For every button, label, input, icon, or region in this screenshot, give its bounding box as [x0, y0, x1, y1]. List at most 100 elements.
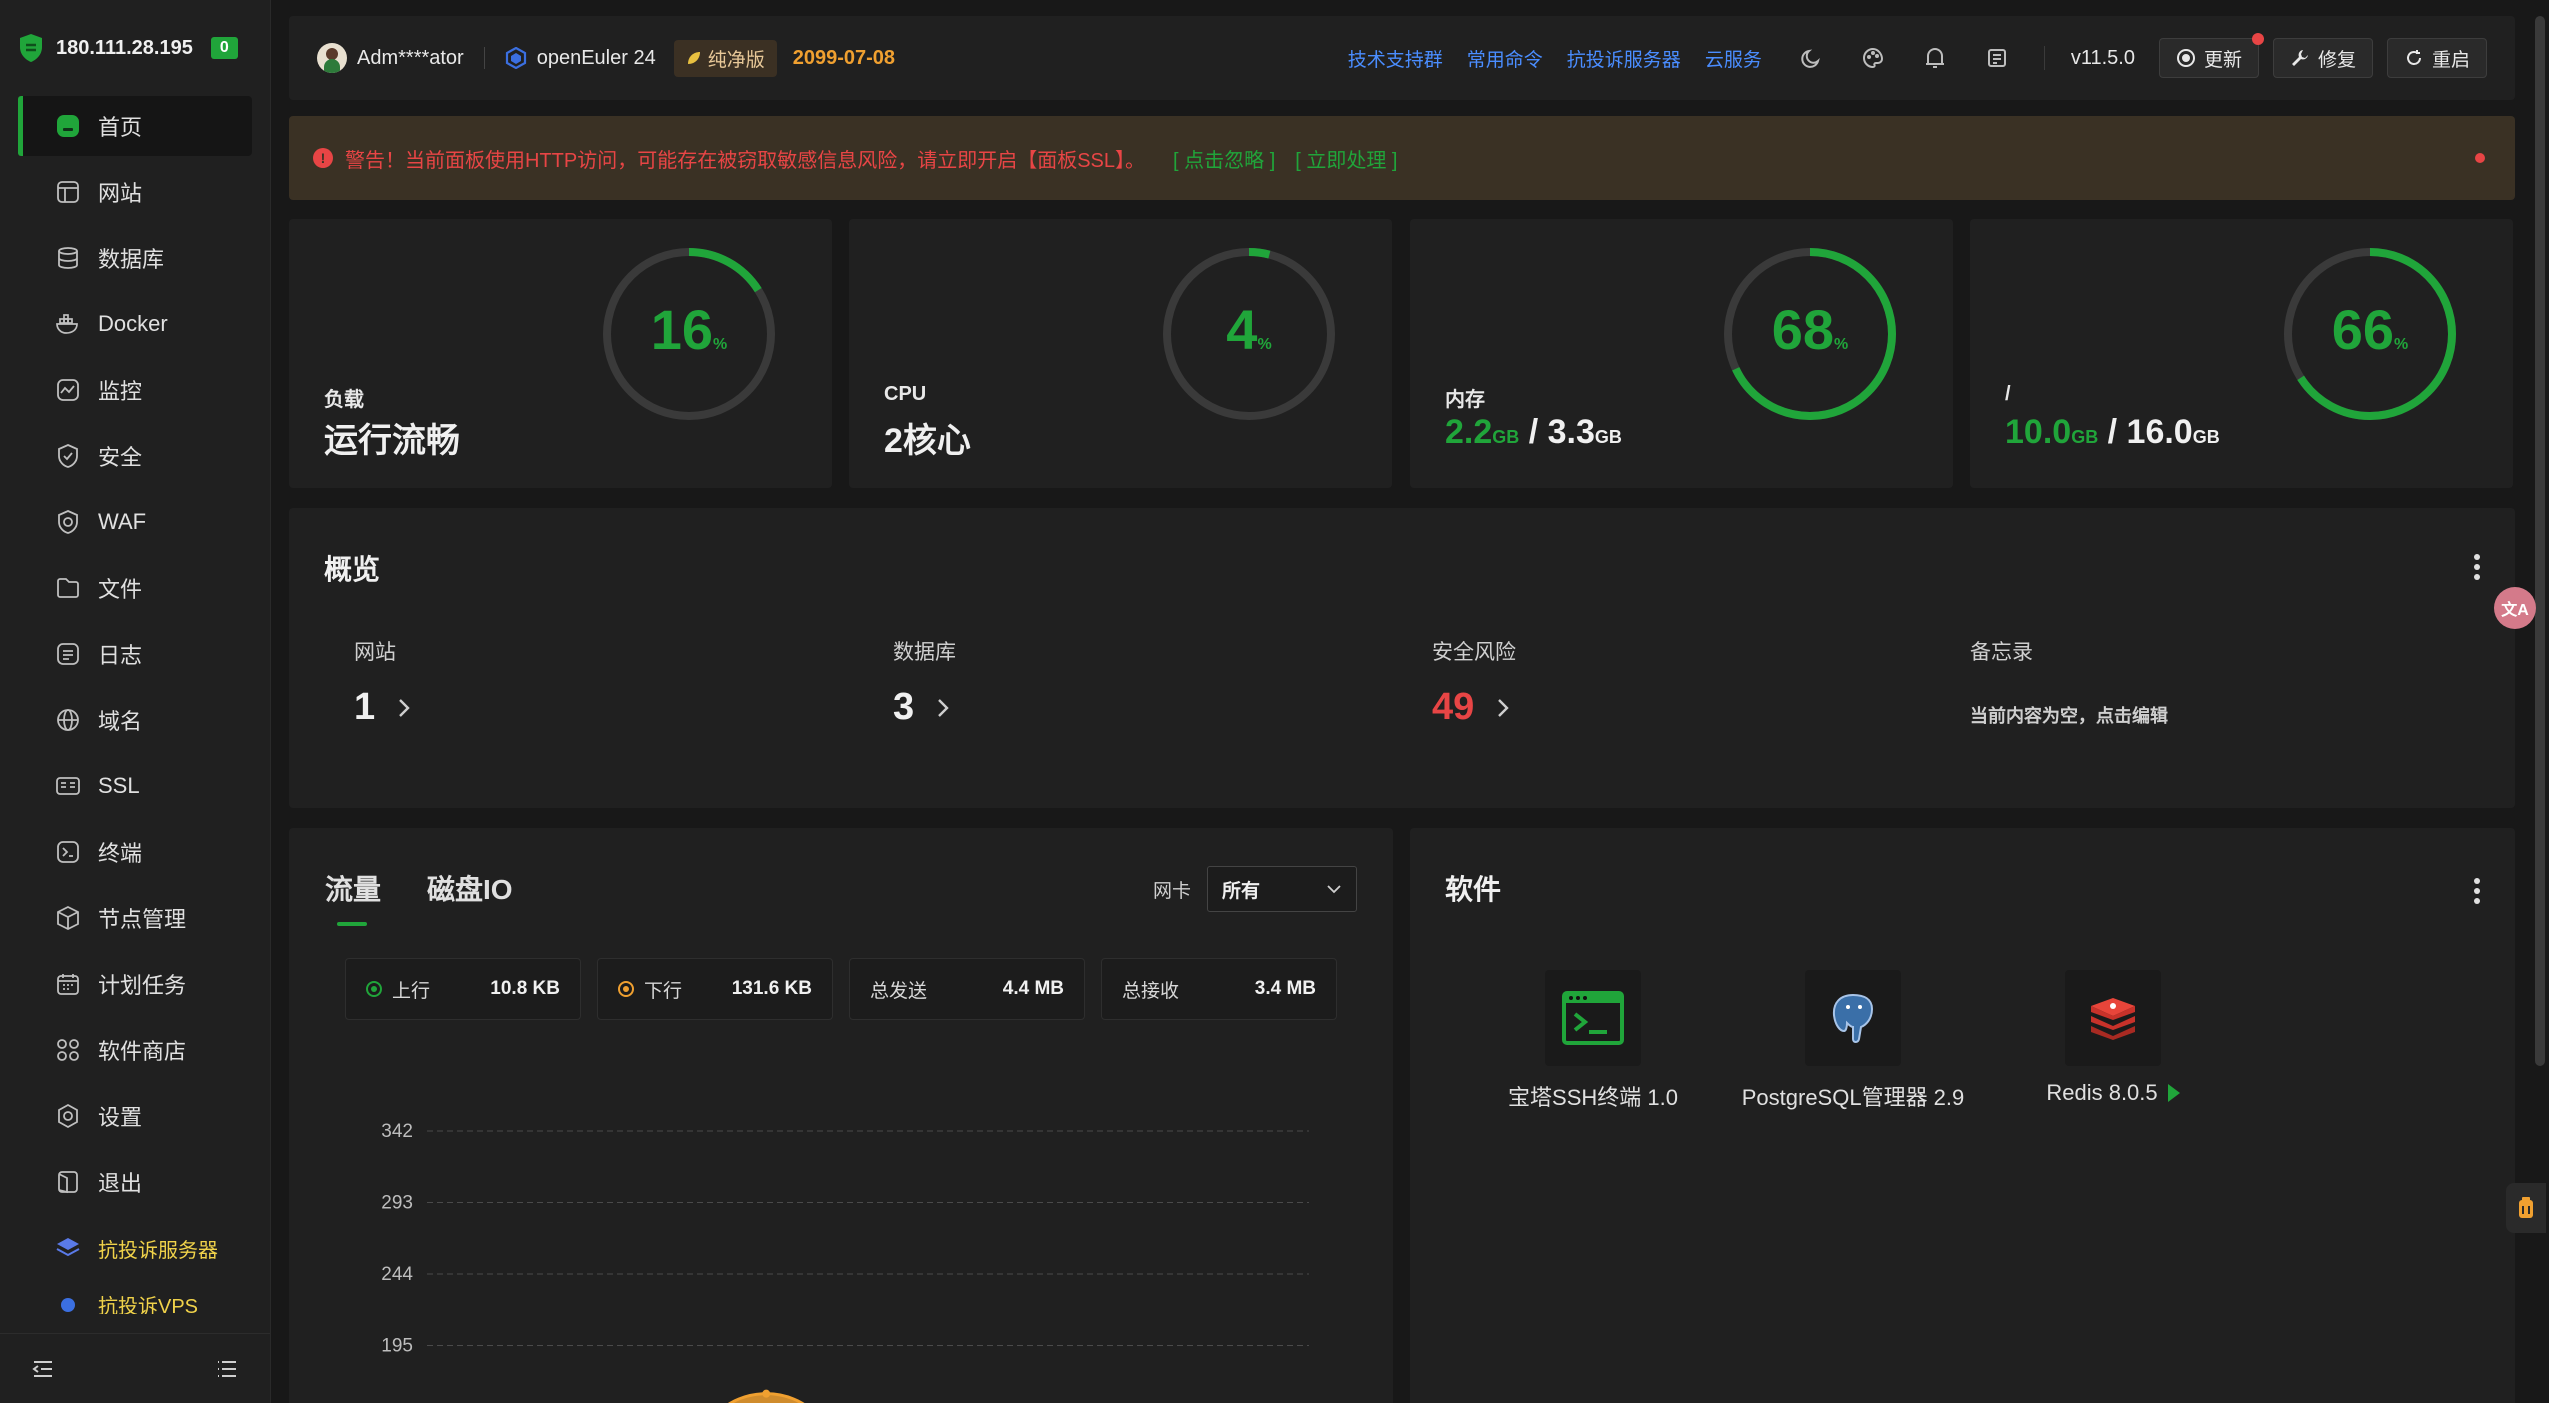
palette-icon[interactable]	[1860, 45, 1886, 71]
metric-download[interactable]: 下行 131.6 KB	[597, 958, 833, 1020]
database-count-value: 3	[893, 686, 915, 728]
percent-sign: %	[713, 336, 727, 353]
notes-icon[interactable]	[1984, 45, 2010, 71]
sidebar-item-label: 节点管理	[98, 907, 187, 932]
update-button[interactable]: 更新	[2158, 33, 2264, 78]
toolbox-icon[interactable]	[2506, 1183, 2546, 1233]
overview-website[interactable]: 网站 1	[354, 636, 411, 729]
software-item-postgresql[interactable]: PostgreSQL管理器 2.9	[1742, 970, 1964, 1112]
play-icon[interactable]	[2167, 1084, 2180, 1102]
tab-traffic[interactable]: 流量	[325, 868, 381, 926]
data-point[interactable]	[762, 1389, 771, 1398]
upload-radio-icon[interactable]	[366, 981, 382, 997]
moon-icon[interactable]	[1798, 45, 1824, 71]
metric-upload[interactable]: 上行 10.8 KB	[345, 958, 581, 1020]
y-tick-label: 293	[381, 1193, 413, 1214]
sidebar-item-logs[interactable]: 日志	[18, 624, 252, 684]
handle-now-link[interactable]: [ 立即处理 ]	[1295, 144, 1397, 173]
overview-risk-label: 安全风险	[1432, 641, 1516, 664]
calendar-icon	[54, 970, 82, 998]
disk-card[interactable]: 66% / 10.0GB / 16.0GB	[1970, 219, 2513, 488]
sidebar-footer	[0, 1333, 270, 1403]
server-ip[interactable]: 180.111.28.195	[56, 37, 193, 60]
panel-version[interactable]: v11.5.0	[2071, 47, 2135, 70]
sidebar-item-nodes[interactable]: 节点管理	[18, 888, 252, 948]
sidebar-item-ssl[interactable]: SSL	[18, 756, 252, 816]
os-name: openEuler 24	[536, 46, 656, 69]
sidebar-item-cron[interactable]: 计划任务	[18, 954, 252, 1014]
openeuler-icon	[505, 47, 526, 69]
expire-date: 2099-07-08	[792, 46, 896, 69]
overview-security-risk[interactable]: 安全风险 49	[1432, 636, 1516, 729]
traffic-metrics: 上行 10.8 KB 下行 131.6 KB 总发送 4.4 MB 总接收 3.4 MB	[345, 958, 1337, 1020]
sidebar-item-store[interactable]: 软件商店	[18, 1020, 252, 1080]
website-icon	[54, 178, 82, 206]
cpu-gauge: 4%	[1163, 248, 1335, 420]
metric-value: 4.4 MB	[1002, 978, 1064, 999]
link-support-group[interactable]: 技术支持群	[1348, 45, 1443, 72]
nic-select[interactable]: 所有	[1207, 866, 1357, 912]
sidebar-item-docker[interactable]: Docker	[18, 294, 252, 354]
cpu-label: CPU	[884, 383, 927, 405]
load-card[interactable]: 16% 负载 运行流畅	[289, 219, 832, 488]
link-common-commands[interactable]: 常用命令	[1467, 45, 1543, 72]
metric-value: 3.4 MB	[1254, 978, 1316, 999]
memory-card[interactable]: 68% 内存 2.2GB / 3.3GB	[1410, 219, 1953, 488]
sidebar-item-label: 监控	[98, 379, 143, 404]
load-status: 运行流畅	[324, 422, 460, 460]
sidebar-item-website[interactable]: 网站	[18, 162, 252, 222]
collapse-sidebar-icon[interactable]	[32, 1359, 54, 1379]
folder-icon	[54, 574, 82, 602]
restart-button[interactable]: 重启	[2386, 38, 2487, 78]
user-info[interactable]: Adm****ator	[317, 43, 464, 73]
sidebar-item-home[interactable]: 首页	[18, 96, 252, 156]
y-tick-label: 195	[381, 1336, 413, 1357]
sidebar-item-label: 设置	[98, 1105, 143, 1130]
overview-risk-count: 49	[1432, 686, 1516, 729]
repair-button[interactable]: 修复	[2272, 38, 2373, 78]
sidebar-item-promo-vps[interactable]: 抗投诉VPS	[18, 1284, 252, 1314]
sidebar-item-files[interactable]: 文件	[18, 558, 252, 618]
sidebar-item-database[interactable]: 数据库	[18, 228, 252, 288]
software-item-redis[interactable]: Redis 8.0.5	[2008, 970, 2218, 1112]
sidebar-item-monitor[interactable]: 监控	[18, 360, 252, 420]
translate-icon[interactable]: 文A	[2494, 587, 2536, 629]
sidebar-item-waf[interactable]: WAF	[18, 492, 252, 552]
message-count-badge[interactable]: 0	[210, 37, 238, 59]
metric-label: 总发送	[870, 980, 928, 1002]
cpu-card[interactable]: 4% CPU 2核心	[849, 219, 1392, 488]
sidebar-item-security[interactable]: 安全	[18, 426, 252, 486]
more-options-icon[interactable]	[2473, 554, 2481, 580]
tab-disk-io[interactable]: 磁盘IO	[427, 868, 513, 908]
link-cloud-service[interactable]: 云服务	[1705, 45, 1762, 72]
more-options-icon[interactable]	[2473, 878, 2481, 904]
postgresql-icon	[1805, 970, 1901, 1066]
metric-value: 10.8 KB	[490, 978, 560, 999]
sidebar-item-terminal[interactable]: 终端	[18, 822, 252, 882]
menu-list-icon[interactable]	[216, 1359, 238, 1379]
chevron-right-icon	[938, 698, 949, 717]
repair-label: 修复	[2317, 49, 2356, 71]
memory-percent-value: 68	[1772, 298, 1834, 361]
sidebar-item-promo-server[interactable]: 抗投诉服务器	[18, 1218, 252, 1278]
software-item-ssh[interactable]: 宝塔SSH终端 1.0	[1488, 970, 1698, 1112]
sidebar-item-domain[interactable]: 域名	[18, 690, 252, 750]
link-anti-complaint-server[interactable]: 抗投诉服务器	[1567, 45, 1681, 72]
bell-icon[interactable]	[1922, 45, 1948, 71]
page-scrollbar[interactable]	[2535, 16, 2545, 1066]
sidebar-item-logout[interactable]: 退出	[18, 1152, 252, 1212]
overview-website-label: 网站	[354, 641, 396, 664]
sidebar-item-label: 计划任务	[98, 973, 187, 998]
overview-database[interactable]: 数据库 3	[893, 636, 956, 729]
nic-selector: 网卡 所有	[1153, 866, 1357, 912]
slash: /	[2098, 413, 2127, 451]
download-radio-icon[interactable]	[618, 981, 634, 997]
avatar	[317, 43, 347, 73]
overview-memo[interactable]: 备忘录 当前内容为空，点击编辑	[1970, 636, 2168, 728]
sidebar-item-settings[interactable]: 设置	[18, 1086, 252, 1146]
disk-label: /	[2005, 383, 2011, 405]
edition-badge[interactable]: 纯净版	[673, 39, 777, 77]
ignore-link[interactable]: [ 点击忽略 ]	[1173, 144, 1275, 173]
sidebar-item-label: 终端	[98, 841, 143, 866]
traffic-tabs: 流量 磁盘IO	[325, 868, 513, 926]
